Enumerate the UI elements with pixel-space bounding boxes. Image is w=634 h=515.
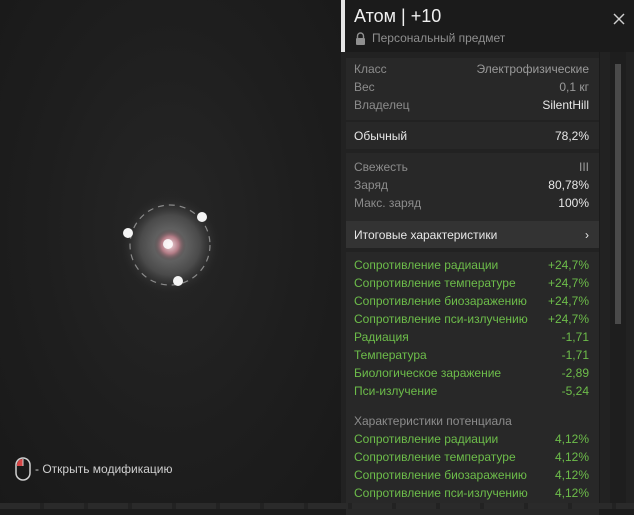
state-value: 100% <box>558 196 589 210</box>
info-label: Владелец <box>354 98 410 112</box>
info-label: Класс <box>354 62 387 76</box>
state-label: Заряд <box>354 178 388 192</box>
stat-row: Температура -1,71 <box>346 346 599 364</box>
stat-value: -1,71 <box>561 348 589 362</box>
info-row: Вес 0,1 кг <box>346 78 599 96</box>
stat-row: Радиация -1,71 <box>346 328 599 346</box>
stat-value: +24,7% <box>547 312 589 326</box>
stat-label: Сопротивление биозаражению <box>354 294 527 308</box>
panel-divider <box>599 52 600 509</box>
stat-label: Радиация <box>354 330 409 344</box>
potential-label: Сопротивление пси-излучению <box>354 486 528 500</box>
item-preview: - Открыть модификацию <box>0 0 341 509</box>
quality-label: Обычный <box>354 128 408 143</box>
quality-value: 78,2% <box>554 128 589 143</box>
stat-value: -1,71 <box>561 330 589 344</box>
stat-label: Сопротивление температуре <box>354 276 516 290</box>
potential-heading: Характеристики потенциала <box>354 414 512 428</box>
potential-row: Сопротивление пси-излучению 4,12% <box>346 484 599 502</box>
header-accent-bar <box>341 0 345 52</box>
potential-row: Сопротивление радиации 4,12% <box>346 430 599 448</box>
state-row: Свежесть III <box>346 158 599 176</box>
stat-label: Сопротивление пси-излучению <box>354 312 528 326</box>
state-row: Макс. заряд 100% <box>346 194 599 212</box>
subtitle-text: Персональный предмет <box>372 31 506 45</box>
item-subtitle: Персональный предмет <box>355 31 505 45</box>
potential-row: Сопротивление температуре 4,12% <box>346 448 599 466</box>
stat-label: Сопротивление радиации <box>354 258 499 272</box>
state-section: Свежесть III Заряд 80,78% Макс. заряд 100% <box>346 153 599 222</box>
lock-icon <box>356 31 365 45</box>
stat-row: Сопротивление радиации +24,7% <box>346 256 599 274</box>
stat-value: +24,7% <box>547 294 589 308</box>
potential-value: 4,12% <box>554 468 589 482</box>
item-info-panel: Атом | +10 Персональный предмет Класс Эле… <box>341 0 634 515</box>
quality-section: Обычный 78,2% <box>346 122 599 149</box>
info-row: Владелец SilentHill <box>346 96 599 114</box>
stat-value: -2,89 <box>561 366 589 380</box>
potential-value: 4,12% <box>554 486 589 500</box>
scrollbar-thumb[interactable] <box>615 64 621 324</box>
potential-label: Сопротивление биозаражению <box>354 468 527 482</box>
mouse-left-click-icon <box>15 457 31 481</box>
state-row: Заряд 80,78% <box>346 176 599 194</box>
item-header: Атом | +10 Персональный предмет <box>341 0 634 52</box>
stat-value: +24,7% <box>547 276 589 290</box>
potential-value: 4,12% <box>554 432 589 446</box>
owner-value: SilentHill <box>542 98 589 112</box>
potential-label: Сопротивление температуре <box>354 450 516 464</box>
state-label: Макс. заряд <box>354 196 422 210</box>
total-stats-label: Итоговые характеристики <box>354 227 498 242</box>
stat-value: +24,7% <box>547 258 589 272</box>
potential-value: 4,12% <box>554 450 589 464</box>
stat-value: -5,24 <box>561 384 589 398</box>
state-value: III <box>578 160 589 174</box>
open-modification-hint: - Открыть модификацию <box>15 457 173 481</box>
stat-label: Биологическое заражение <box>354 366 502 380</box>
stat-row: Биологическое заражение -2,89 <box>346 364 599 382</box>
potential-section: Характеристики потенциала Сопротивление … <box>346 406 599 515</box>
state-value: 80,78% <box>548 178 589 192</box>
info-value: 0,1 кг <box>559 80 589 94</box>
close-icon[interactable] <box>609 9 629 29</box>
potential-row: Сопротивление биозаражению 4,12% <box>346 466 599 484</box>
stats-section: Сопротивление радиации +24,7% Сопротивлен… <box>346 252 599 406</box>
info-label: Вес <box>354 80 375 94</box>
state-label: Свежесть <box>354 160 408 174</box>
atom-artifact-image <box>120 195 220 295</box>
chevron-right-icon: › <box>585 227 589 242</box>
hint-text: - Открыть модификацию <box>35 462 173 476</box>
bottom-inventory-strip <box>0 503 634 509</box>
stat-row: Сопротивление биозаражению +24,7% <box>346 292 599 310</box>
stat-row: Пси-излучение -5,24 <box>346 382 599 400</box>
stat-row: Сопротивление температуре +24,7% <box>346 274 599 292</box>
potential-label: Сопротивление радиации <box>354 432 499 446</box>
stat-label: Пси-излучение <box>354 384 438 398</box>
info-value: Электрофизические <box>476 62 589 76</box>
info-section: Класс Электрофизические Вес 0,1 кг Владеле… <box>346 58 599 120</box>
stat-row: Сопротивление пси-излучению +24,7% <box>346 310 599 328</box>
info-row: Класс Электрофизические <box>346 60 599 78</box>
item-title: Атом | +10 <box>354 6 442 26</box>
total-stats-button[interactable]: Итоговые характеристики › <box>346 221 599 248</box>
stat-label: Температура <box>354 348 427 362</box>
